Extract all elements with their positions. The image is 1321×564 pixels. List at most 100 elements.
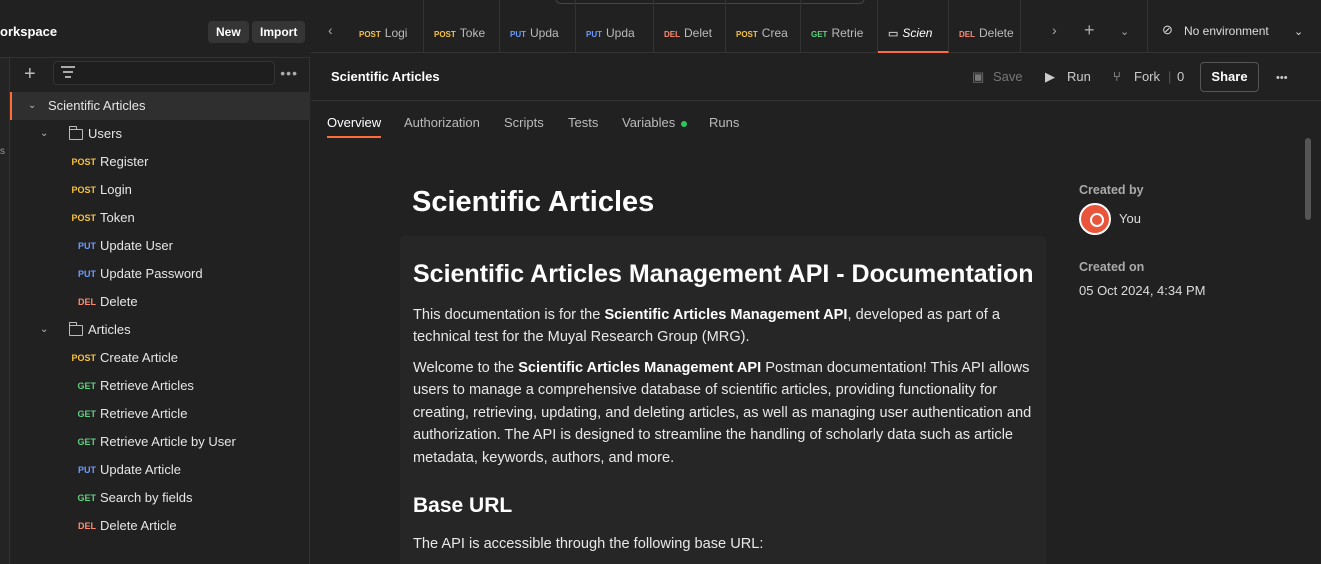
tab-variables[interactable]: Variables bbox=[622, 115, 688, 130]
method-badge: DEL bbox=[78, 521, 96, 531]
fork-button[interactable]: Fork bbox=[1134, 69, 1160, 84]
tab-method: PUT bbox=[586, 30, 602, 39]
more-actions-icon[interactable]: ••• bbox=[1276, 72, 1288, 84]
tabs-left-arrow-icon[interactable]: ‹ bbox=[328, 22, 333, 38]
avatar bbox=[1079, 203, 1111, 235]
request-tab[interactable]: PUT Upda bbox=[576, 0, 654, 53]
collection-title: Scientific Articles bbox=[331, 69, 440, 84]
workspace-title[interactable]: orkspace bbox=[0, 24, 57, 39]
tab-tests[interactable]: Tests bbox=[568, 115, 598, 130]
tabs-right-arrow-icon[interactable]: › bbox=[1052, 22, 1057, 38]
fork-divider: | bbox=[1168, 69, 1172, 84]
sidebar-search-input[interactable] bbox=[53, 61, 275, 85]
created-on-value: 05 Oct 2024, 4:34 PM bbox=[1079, 283, 1206, 298]
tab-overview[interactable]: Overview bbox=[327, 115, 381, 130]
tab-method: POST bbox=[359, 30, 381, 39]
method-badge: PUT bbox=[78, 269, 96, 279]
chevron-down-icon[interactable]: ⌄ bbox=[40, 120, 48, 148]
method-badge: GET bbox=[77, 437, 96, 447]
request-name: Create Article bbox=[100, 350, 179, 365]
request-row[interactable]: PUT Update Password bbox=[10, 260, 310, 288]
request-tab[interactable]: GET Retrie bbox=[801, 0, 878, 53]
tab-runs[interactable]: Runs bbox=[709, 115, 739, 130]
more-options-icon[interactable]: ••• bbox=[280, 65, 298, 81]
request-row[interactable]: POST Token bbox=[10, 204, 310, 232]
new-button[interactable]: New bbox=[208, 21, 249, 43]
tab-method: DEL bbox=[664, 30, 680, 39]
request-row[interactable]: GET Retrieve Article by User bbox=[10, 428, 310, 456]
tab-name: Scien bbox=[902, 26, 933, 40]
doc-body: Scientific Articles Management API - Doc… bbox=[400, 236, 1046, 564]
active-tab-indicator bbox=[327, 136, 381, 138]
request-row[interactable]: GET Search by fields bbox=[10, 484, 310, 512]
share-button[interactable]: Share bbox=[1200, 62, 1259, 92]
doc-heading: Scientific Articles Management API - Doc… bbox=[413, 260, 1034, 288]
tab-method: POST bbox=[736, 30, 758, 39]
scrollbar[interactable] bbox=[1305, 138, 1311, 220]
filter-icon[interactable] bbox=[60, 66, 76, 80]
request-name: Update Article bbox=[100, 462, 181, 477]
environment-chevron-icon: ⌄ bbox=[1294, 26, 1304, 38]
collection-name: Scientific Articles bbox=[48, 98, 146, 113]
sidebar: orkspace New Import + ••• ⌄ Scientific Ar… bbox=[0, 0, 310, 564]
p1-text-a: This documentation is for the bbox=[413, 307, 605, 323]
request-tab[interactable]: POST Toke bbox=[424, 0, 500, 53]
workspace-header: orkspace New Import bbox=[0, 0, 310, 58]
tab-name: Crea bbox=[761, 26, 788, 40]
request-row[interactable]: GET Retrieve Article bbox=[10, 400, 310, 428]
import-button[interactable]: Import bbox=[252, 21, 306, 43]
folder-row[interactable]: ⌄ Articles bbox=[10, 316, 310, 344]
method-badge: POST bbox=[71, 353, 96, 363]
collection-row[interactable]: ⌄ Scientific Articles bbox=[10, 92, 310, 120]
request-tab[interactable]: POST Logi bbox=[349, 0, 424, 53]
request-tab[interactable]: DEL Delet bbox=[654, 0, 726, 53]
request-name: Retrieve Article by User bbox=[100, 434, 236, 449]
save-icon: ▣ bbox=[972, 69, 985, 84]
method-badge: DEL bbox=[78, 297, 96, 307]
add-icon[interactable]: + bbox=[24, 64, 36, 84]
tab-scripts[interactable]: Scripts bbox=[504, 115, 544, 130]
run-button[interactable]: Run bbox=[1067, 69, 1091, 84]
method-badge: POST bbox=[71, 185, 96, 195]
request-row[interactable]: PUT Update Article bbox=[10, 456, 310, 484]
save-button[interactable]: Save bbox=[993, 69, 1023, 84]
request-row[interactable]: PUT Update User bbox=[10, 232, 310, 260]
created-on-label: Created on bbox=[1079, 260, 1145, 274]
request-tab[interactable]: PUT Upda bbox=[500, 0, 576, 53]
request-name: Retrieve Articles bbox=[100, 378, 194, 393]
fork-count: 0 bbox=[1177, 69, 1185, 84]
environment-label: No environment bbox=[1184, 24, 1269, 38]
method-badge: POST bbox=[71, 213, 96, 223]
request-tab[interactable]: DEL Delete bbox=[949, 0, 1021, 53]
tab-name: Retrie bbox=[831, 26, 864, 40]
method-badge: GET bbox=[77, 493, 96, 503]
tab-name: Delete bbox=[979, 26, 1014, 40]
folder-row[interactable]: ⌄ Users bbox=[10, 120, 310, 148]
p2-text-bold: Scientific Articles Management API bbox=[518, 360, 762, 376]
request-row[interactable]: DEL Delete bbox=[10, 288, 310, 316]
request-row[interactable]: POST Register bbox=[10, 148, 310, 176]
chevron-down-icon[interactable]: ⌄ bbox=[40, 316, 48, 344]
no-environment-icon: ⊘ bbox=[1162, 22, 1173, 37]
folder-name: Users bbox=[88, 126, 122, 141]
request-name: Register bbox=[100, 154, 149, 169]
request-row[interactable]: DEL Delete Article bbox=[10, 512, 310, 540]
chevron-down-icon[interactable]: ⌄ bbox=[28, 92, 36, 120]
request-name: Token bbox=[100, 210, 135, 225]
tab-authorization[interactable]: Authorization bbox=[404, 115, 480, 130]
request-row[interactable]: POST Login bbox=[10, 176, 310, 204]
tabs-dropdown-icon[interactable]: ⌄ bbox=[1120, 25, 1129, 38]
request-name: Update Password bbox=[100, 266, 203, 281]
request-tab[interactable]: POST Crea bbox=[726, 0, 801, 53]
request-tab[interactable]: ▭ Scien bbox=[878, 0, 949, 53]
request-row[interactable]: POST Create Article bbox=[10, 344, 310, 372]
environment-selector[interactable]: ⊘ No environment ⌄ bbox=[1147, 0, 1321, 53]
new-tab-icon[interactable]: + bbox=[1084, 20, 1095, 41]
rail-text: s bbox=[0, 146, 5, 157]
p1-text-bold: Scientific Articles Management API bbox=[604, 307, 848, 323]
doc-title: Scientific Articles bbox=[412, 186, 655, 218]
request-name: Delete bbox=[100, 294, 138, 309]
request-name: Login bbox=[100, 182, 132, 197]
request-row[interactable]: GET Retrieve Articles bbox=[10, 372, 310, 400]
tab-method: GET bbox=[811, 30, 828, 39]
